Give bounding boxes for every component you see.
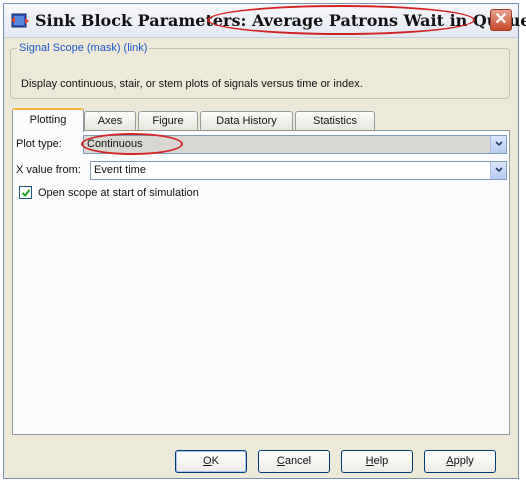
mask-description: Display continuous, stair, or stem plots…: [21, 78, 363, 90]
chevron-down-icon[interactable]: [490, 136, 506, 153]
sink-block-parameters-dialog: Sink Block Parameters: Average Patrons W…: [3, 3, 526, 479]
open-scope-checkbox[interactable]: [19, 186, 32, 199]
help-mnemonic: H: [365, 455, 374, 467]
open-scope-label[interactable]: Open scope at start of simulation: [38, 187, 199, 199]
checkmark-icon: [21, 189, 31, 197]
simulink-block-icon: [11, 12, 29, 29]
x-value-dropdown[interactable]: Event time: [90, 161, 507, 180]
apply-label-rest: pply: [453, 455, 474, 467]
tab-statistics[interactable]: Statistics: [295, 111, 375, 131]
plot-type-value: Continuous: [87, 138, 143, 150]
ok-mnemonic: O: [203, 455, 212, 467]
window-title: Sink Block Parameters: Average Patrons W…: [35, 11, 526, 30]
mask-group-label[interactable]: Signal Scope (mask) (link): [17, 42, 149, 54]
cancel-mnemonic: C: [276, 455, 285, 467]
title-bar[interactable]: Sink Block Parameters: Average Patrons W…: [4, 4, 526, 38]
close-button[interactable]: ✕: [490, 9, 512, 31]
help-label-rest: elp: [373, 455, 389, 467]
mask-description-group: Signal Scope (mask) (link) Display conti…: [10, 42, 510, 99]
help-button[interactable]: Help: [341, 450, 413, 473]
plotting-tab-panel: Plot type: Continuous X value from: Even…: [12, 130, 510, 435]
apply-button[interactable]: Apply: [424, 450, 496, 473]
x-value-label: X value from:: [16, 164, 81, 176]
tab-plotting[interactable]: Plotting: [12, 108, 84, 132]
ok-label-rest: K: [211, 455, 219, 467]
tab-data-history[interactable]: Data History: [200, 111, 293, 131]
tab-axes[interactable]: Axes: [84, 111, 136, 131]
cancel-label-rest: ancel: [284, 455, 312, 467]
plot-type-label: Plot type:: [16, 138, 62, 150]
cancel-button[interactable]: Cancel: [258, 450, 330, 473]
chevron-down-icon[interactable]: [490, 162, 506, 179]
plot-type-dropdown[interactable]: Continuous: [83, 135, 507, 154]
x-value-value: Event time: [94, 164, 146, 176]
ok-button[interactable]: OK: [175, 450, 247, 473]
apply-mnemonic: A: [446, 455, 454, 467]
tab-figure[interactable]: Figure: [138, 111, 198, 131]
